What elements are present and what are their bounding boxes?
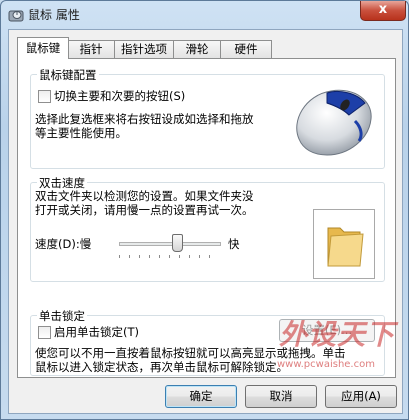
double-click-description-line1: 双击文件夹以检测您的设置。如果文件夹没	[35, 189, 254, 203]
tab-hardware[interactable]: 硬件	[220, 40, 272, 58]
click-lock-legend: 单击锁定	[37, 308, 87, 324]
close-icon: x	[378, 2, 388, 17]
cancel-button-label: 取消	[269, 389, 293, 403]
watermark-text: 外设天下	[279, 318, 396, 351]
slider-track	[119, 242, 221, 246]
enable-click-lock-checkbox[interactable]	[38, 326, 51, 339]
button-config-legend: 鼠标键配置	[37, 67, 99, 83]
tab-pointers[interactable]: 指针	[67, 40, 115, 58]
apply-button-label: 应用(A)	[341, 389, 381, 403]
tab-label: 硬件	[234, 42, 258, 56]
speed-slow-label: 速度(D):慢	[35, 237, 92, 251]
speed-slider[interactable]	[115, 233, 223, 261]
title-bar[interactable]: 鼠标 属性 x	[1, 1, 408, 29]
tab-pointer-options[interactable]: 指针选项	[114, 40, 174, 58]
swap-buttons-label[interactable]: 切换主要和次要的按钮(S)	[54, 89, 185, 103]
watermark-url: www.pcwaishe.com	[277, 359, 375, 370]
speed-fast-label: 快	[228, 237, 240, 251]
swap-buttons-checkbox[interactable]	[38, 90, 51, 103]
ok-button-label: 确定	[189, 389, 213, 403]
mouse-properties-window: 鼠标 属性 x 鼠标键 指针 指针选项 滑轮 硬件 鼠标键配置 切换主要和次要的…	[0, 0, 409, 420]
double-click-description-line2: 打开或关闭，请用慢一点的设置再试一次。	[35, 203, 254, 217]
tab-wheel[interactable]: 滑轮	[173, 40, 221, 58]
mouse-app-icon	[8, 7, 24, 23]
tab-label: 指针选项	[121, 42, 167, 56]
test-folder-box[interactable]	[313, 209, 375, 279]
button-config-group: 鼠标键配置 切换主要和次要的按钮(S) 选择此复选框来将右按钮设成如选择和拖放 …	[30, 67, 385, 169]
swap-description-line1: 选择此复选框来将右按钮设成如选择和拖放	[35, 112, 254, 126]
cancel-button[interactable]: 取消	[245, 385, 317, 408]
double-click-group: 双击速度 双击文件夹以检测您的设置。如果文件夹没 打开或关闭，请用慢一点的设置再…	[30, 175, 385, 282]
tab-buttons[interactable]: 鼠标键	[17, 37, 69, 59]
tab-label: 鼠标键	[25, 41, 61, 55]
mouse-illustration	[287, 81, 379, 163]
swap-description-line2: 等主要性能使用。	[35, 126, 127, 140]
close-button[interactable]: x	[360, 1, 406, 21]
ok-button[interactable]: 确定	[165, 385, 237, 408]
slider-thumb[interactable]	[172, 234, 183, 252]
enable-click-lock-label[interactable]: 启用单击锁定(T)	[54, 325, 139, 339]
slider-ticks	[119, 255, 219, 258]
tab-label: 指针	[79, 42, 103, 56]
folder-icon	[327, 227, 364, 267]
click-lock-description-line2: 鼠标以进入锁定状态，再次单击鼠标可解除锁定。	[35, 360, 288, 374]
tab-label: 滑轮	[185, 42, 209, 56]
apply-button[interactable]: 应用(A)	[325, 385, 397, 408]
site-watermark: 外设天下 www.pcwaishe.com	[277, 313, 397, 383]
window-title: 鼠标 属性	[28, 8, 80, 22]
